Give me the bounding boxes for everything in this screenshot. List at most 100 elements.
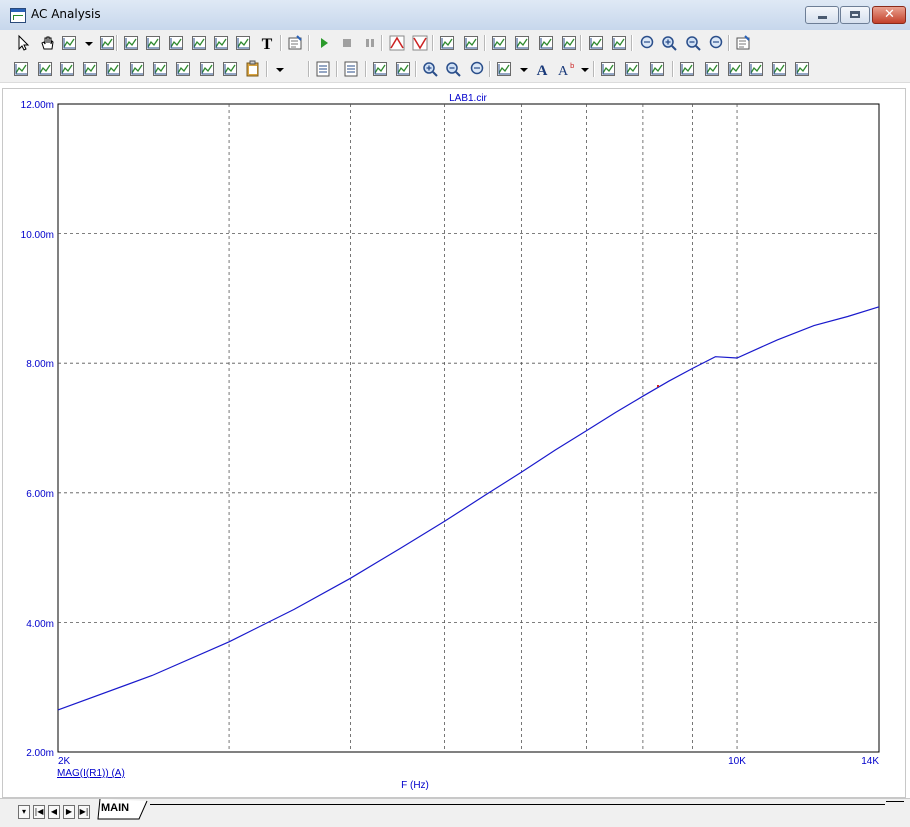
zoom-in-button[interactable]	[660, 34, 678, 52]
valley-find-button[interactable]	[81, 60, 99, 78]
copy-button[interactable]	[599, 60, 617, 78]
svg-text:b: b	[570, 62, 574, 70]
high-find-button[interactable]	[104, 60, 122, 78]
properties-sheet-button[interactable]	[734, 34, 752, 52]
stop-button[interactable]	[338, 34, 356, 52]
slope-button[interactable]	[151, 60, 169, 78]
close-button[interactable]: ✕	[872, 6, 906, 24]
distribute-icon	[650, 62, 664, 76]
zoom-scale-icon	[470, 61, 484, 75]
font-button[interactable]: A	[533, 60, 551, 78]
graph-button[interactable]	[144, 34, 162, 52]
toolbar-separator	[484, 35, 486, 51]
align-button[interactable]	[623, 60, 641, 78]
properties-button[interactable]	[286, 34, 304, 52]
list-button[interactable]	[314, 60, 332, 78]
fit-window-button[interactable]	[438, 34, 456, 52]
next-tab-button[interactable]: ▶	[63, 805, 75, 819]
formula-button[interactable]	[234, 34, 252, 52]
app-window-icon	[10, 8, 26, 23]
scale-icon	[62, 36, 76, 50]
grid-lines-button[interactable]	[490, 34, 508, 52]
minimize-button[interactable]	[805, 6, 839, 24]
maximize-button[interactable]	[840, 6, 870, 24]
align-center-button[interactable]	[703, 60, 721, 78]
picture-button[interactable]	[98, 34, 116, 52]
graph-edit2-button[interactable]	[190, 34, 208, 52]
fit-x-button[interactable]	[371, 60, 389, 78]
zoom-out-button[interactable]	[444, 60, 462, 78]
align-top-button[interactable]	[747, 60, 765, 78]
grid-button[interactable]	[462, 34, 480, 52]
page-tab-bar: ▾ |◀ ◀ ▶ ▶| MAIN	[0, 798, 910, 827]
toolbar-separator	[728, 35, 730, 51]
grid-fine-button[interactable]	[513, 34, 531, 52]
valley-button[interactable]	[411, 34, 429, 52]
run-button[interactable]	[315, 34, 333, 52]
zoom-scale-button[interactable]	[468, 60, 486, 78]
zoom-out-button[interactable]	[684, 34, 702, 52]
prev-tab-button[interactable]: ◀	[48, 805, 60, 819]
horizontal-cursor-button[interactable]	[587, 34, 605, 52]
dropdown-arrow-button[interactable]	[271, 60, 289, 78]
grid-bold-icon	[539, 36, 553, 50]
last-tab-button[interactable]: ▶|	[78, 805, 90, 819]
window-title: AC Analysis	[31, 7, 101, 21]
graph-edit3-button[interactable]	[212, 34, 230, 52]
tab-menu-button[interactable]: ▾	[18, 805, 30, 819]
formula-icon	[236, 36, 250, 50]
distribute-button[interactable]	[648, 60, 666, 78]
dropdown-arrow-button[interactable]	[515, 60, 533, 78]
align-middle-button[interactable]	[770, 60, 788, 78]
plot-area[interactable]: 12.00m 10.00m 8.00m 6.00m 4.00m 2.00m 2K…	[2, 88, 906, 798]
low-find-button[interactable]	[128, 60, 146, 78]
cursor-left-button[interactable]	[12, 60, 30, 78]
grid-toggle-icon	[497, 62, 511, 76]
align-right-button[interactable]	[726, 60, 744, 78]
run-icon	[321, 38, 328, 48]
text-tool-icon: T	[262, 36, 273, 52]
zoom-region-button[interactable]	[638, 34, 656, 52]
pause-button[interactable]	[361, 34, 379, 52]
dropdown-arrow-icon	[85, 42, 93, 46]
scale-button[interactable]	[60, 34, 78, 52]
cursor-right-button[interactable]	[36, 60, 54, 78]
svg-text:A: A	[537, 63, 548, 78]
text-tool-button[interactable]: T	[258, 34, 276, 52]
global-low-button[interactable]	[221, 60, 239, 78]
trace-label[interactable]: MAG(I(R1)) (A)	[57, 768, 125, 779]
inflection-icon	[176, 62, 190, 76]
dropdown-arrow-button[interactable]	[80, 34, 98, 52]
graph-edit2-icon	[192, 36, 206, 50]
toolbar-bottom: A Ab	[0, 56, 910, 83]
grid-bold-button[interactable]	[537, 34, 555, 52]
numbers-button[interactable]	[342, 60, 360, 78]
zoom-reset-button[interactable]	[707, 34, 725, 52]
toolbar-separator	[415, 61, 417, 77]
font-style-button[interactable]: Ab	[556, 60, 574, 78]
zoom-in-button[interactable]	[421, 60, 439, 78]
pan-hand-button[interactable]	[38, 34, 56, 52]
dropdown-arrow-button[interactable]	[576, 60, 594, 78]
align-left-button[interactable]	[678, 60, 696, 78]
crosshair-button[interactable]	[610, 34, 628, 52]
clipboard-button[interactable]	[244, 60, 262, 78]
select-arrow-button[interactable]	[14, 34, 32, 52]
global-high-button[interactable]	[198, 60, 216, 78]
peak-button[interactable]	[388, 34, 406, 52]
ac-analysis-chart[interactable]: 12.00m 10.00m 8.00m 6.00m 4.00m 2.00m 2K…	[3, 89, 905, 797]
fit-y-button[interactable]	[394, 60, 412, 78]
peak-find-button[interactable]	[58, 60, 76, 78]
align-bottom-button[interactable]	[793, 60, 811, 78]
first-tab-button[interactable]: |◀	[33, 805, 45, 819]
graph-edit-button[interactable]	[167, 34, 185, 52]
grid-box-button[interactable]	[560, 34, 578, 52]
minimize-icon	[818, 16, 827, 19]
tab-main-label[interactable]: MAIN	[101, 802, 129, 814]
plot-zoom-button[interactable]	[122, 34, 140, 52]
toolbar-separator	[432, 35, 434, 51]
align-bottom-icon	[795, 62, 809, 76]
grid-toggle-button[interactable]	[495, 60, 513, 78]
inflection-button[interactable]	[174, 60, 192, 78]
align-icon	[625, 62, 639, 76]
